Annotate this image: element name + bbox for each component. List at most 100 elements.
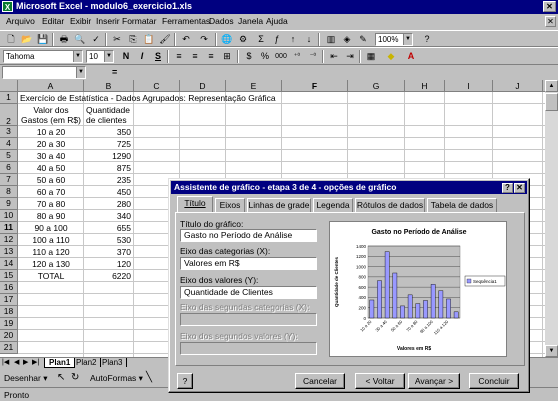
- excel-app-icon[interactable]: X: [2, 1, 13, 12]
- row-header-2[interactable]: 2: [0, 104, 18, 126]
- sheet-nav-first-icon[interactable]: |◀: [2, 358, 9, 366]
- decrease-decimal-icon[interactable]: ⁻⁰: [306, 50, 320, 63]
- cell-quantity[interactable]: 340: [84, 211, 131, 221]
- tab-eixos[interactable]: Eixos: [215, 198, 245, 212]
- paste-function-icon[interactable]: ƒ: [270, 33, 284, 46]
- menu-editar[interactable]: Editar: [42, 16, 64, 26]
- cell-quantity[interactable]: 235: [84, 175, 131, 185]
- spelling-icon[interactable]: ✓: [89, 33, 103, 46]
- save-icon[interactable]: 💾: [36, 33, 50, 46]
- row-header-13[interactable]: 13: [0, 246, 18, 258]
- thousands-button[interactable]: 000: [274, 50, 288, 63]
- hyperlink-icon[interactable]: 🌐: [220, 33, 234, 46]
- print-icon[interactable]: 🖶: [57, 33, 71, 46]
- chart-wizard-icon[interactable]: ▥: [324, 33, 338, 46]
- tab-legenda[interactable]: Legenda: [313, 198, 353, 212]
- paste-icon[interactable]: 📋: [142, 33, 156, 46]
- next-button[interactable]: Avançar >: [408, 373, 460, 389]
- select-all-corner[interactable]: [0, 80, 18, 92]
- column-header-a[interactable]: A: [18, 80, 84, 92]
- cut-icon[interactable]: ✂: [110, 33, 124, 46]
- autosum-icon[interactable]: Σ: [254, 33, 268, 46]
- sheet-nav-next-icon[interactable]: ▶: [23, 358, 28, 366]
- cell-quantity[interactable]: 875: [84, 163, 131, 173]
- drawing-icon[interactable]: ✎: [356, 33, 370, 46]
- align-right-icon[interactable]: ≡: [204, 50, 218, 63]
- row-header-16[interactable]: 16: [0, 282, 18, 294]
- italic-button[interactable]: I: [135, 50, 149, 63]
- column-header-i[interactable]: I: [445, 80, 493, 92]
- scroll-down-icon[interactable]: ▼: [545, 345, 558, 357]
- column-header-j[interactable]: J: [493, 80, 543, 92]
- map-icon[interactable]: ◈: [340, 33, 354, 46]
- row-header-7[interactable]: 7: [0, 174, 18, 186]
- font-color-icon[interactable]: A: [404, 50, 418, 63]
- column-header-c[interactable]: C: [134, 80, 180, 92]
- bold-button[interactable]: N: [119, 50, 133, 63]
- cell-range[interactable]: 70 a 80: [18, 199, 84, 209]
- undo-icon[interactable]: ↶: [179, 33, 193, 46]
- sort-ascending-icon[interactable]: ↑: [286, 33, 300, 46]
- open-folder-icon[interactable]: 📂: [20, 33, 34, 46]
- cell-range[interactable]: 80 a 90: [18, 211, 84, 221]
- font-select[interactable]: Tahoma ▼: [3, 50, 83, 63]
- sheet-nav-prev-icon[interactable]: ◀: [14, 358, 19, 366]
- vertical-scrollbar[interactable]: ▲ ▼: [545, 80, 558, 357]
- cell-quantity[interactable]: 725: [84, 139, 131, 149]
- new-document-icon[interactable]: 🗋: [4, 33, 18, 46]
- cell-quantity[interactable]: 280: [84, 199, 131, 209]
- column-header-h[interactable]: H: [405, 80, 445, 92]
- row-header-14[interactable]: 14: [0, 258, 18, 270]
- formula-input[interactable]: [124, 66, 556, 79]
- merge-center-icon[interactable]: ⊞: [220, 50, 234, 63]
- cell-range[interactable]: 120 a 130: [18, 259, 84, 269]
- cell-quantity[interactable]: 450: [84, 187, 131, 197]
- currency-icon[interactable]: $: [242, 50, 256, 63]
- borders-icon[interactable]: ▦: [364, 50, 378, 63]
- print-preview-icon[interactable]: 🔍: [73, 33, 87, 46]
- row-header-1[interactable]: 1: [0, 92, 18, 104]
- name-box[interactable]: ▼: [2, 66, 86, 79]
- cancel-button[interactable]: Cancelar: [295, 373, 345, 389]
- column-header-d[interactable]: D: [180, 80, 226, 92]
- chevron-down-icon[interactable]: ▼: [76, 67, 85, 78]
- redo-icon[interactable]: ↷: [197, 33, 211, 46]
- menu-inserir[interactable]: Inserir: [96, 16, 120, 26]
- sheet-tab-plan3[interactable]: Plan3: [98, 358, 128, 367]
- increase-decimal-icon[interactable]: ⁺⁰: [290, 50, 304, 63]
- chevron-down-icon[interactable]: ▼: [403, 34, 412, 45]
- dialog-close-icon[interactable]: ✕: [514, 183, 525, 193]
- format-painter-icon[interactable]: 🖌: [158, 33, 172, 46]
- autoshapes-menu-button[interactable]: AutoFormas ▾: [90, 373, 143, 384]
- row-header-6[interactable]: 6: [0, 162, 18, 174]
- cell-range[interactable]: 30 a 40: [18, 151, 84, 161]
- tab-linhas-de-grade[interactable]: Linhas de grade: [247, 198, 311, 212]
- line-icon[interactable]: ╲: [146, 372, 152, 383]
- cell-quantity[interactable]: 120: [84, 259, 131, 269]
- cell-range[interactable]: 10 a 20: [18, 127, 84, 137]
- finish-button[interactable]: Concluir: [469, 373, 519, 389]
- category-axis-input[interactable]: Valores em R$: [180, 257, 317, 270]
- cell-quantity[interactable]: 350: [84, 127, 131, 137]
- document-close-icon[interactable]: ✕: [545, 16, 556, 27]
- cell-range[interactable]: 100 a 110: [18, 235, 84, 245]
- column-header-g[interactable]: G: [348, 80, 405, 92]
- row-header-10[interactable]: 10: [0, 210, 18, 222]
- fill-color-icon[interactable]: ◆: [384, 50, 398, 63]
- row-header-11[interactable]: 11: [0, 222, 18, 234]
- value-axis-input[interactable]: Quantidade de Clientes: [180, 286, 317, 299]
- help-icon[interactable]: ?: [420, 33, 434, 46]
- menu-dados[interactable]: Dados: [209, 16, 234, 26]
- free-rotate-icon[interactable]: ↻: [71, 372, 79, 383]
- row-header-4[interactable]: 4: [0, 138, 18, 150]
- row-header-19[interactable]: 19: [0, 318, 18, 330]
- formula-equals[interactable]: =: [112, 67, 117, 77]
- row-header-20[interactable]: 20: [0, 330, 18, 342]
- chevron-down-icon[interactable]: ▼: [73, 51, 82, 62]
- dialog-help-icon[interactable]: ?: [502, 183, 513, 193]
- percent-button[interactable]: %: [258, 50, 272, 63]
- zoom-select[interactable]: 100% ▼: [375, 33, 413, 46]
- menu-ferramentas[interactable]: Ferramentas: [162, 16, 210, 26]
- web-toolbar-icon[interactable]: ⚙: [236, 33, 250, 46]
- tab-titulo[interactable]: Título: [177, 196, 213, 212]
